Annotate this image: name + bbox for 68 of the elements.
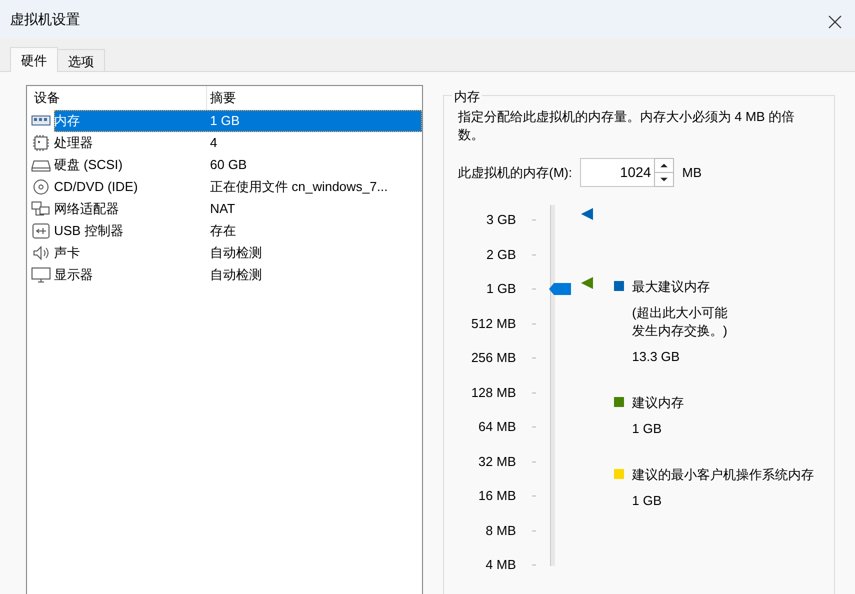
tick-label: 32 MB (478, 454, 516, 468)
legend-label: 建议的最小客户机操作系统内存 (632, 466, 814, 484)
tick-label: 64 MB (478, 419, 516, 434)
tick-mark (532, 564, 536, 566)
legend-note: (超出此大小可能发生内存交换。) (632, 304, 728, 340)
device-row[interactable]: 硬盘 (SCSI) 60 GB (54, 154, 422, 176)
device-summary: NAT (210, 200, 236, 218)
tick-label: 1 GB (486, 281, 516, 296)
disc-icon (31, 179, 51, 195)
device-name: 处理器 (54, 134, 94, 152)
device-name: USB 控制器 (54, 222, 124, 240)
device-name: 声卡 (54, 244, 81, 262)
tick-label: 256 MB (471, 350, 516, 365)
tick-mark (532, 530, 536, 532)
tick-label: 4 MB (486, 557, 516, 572)
device-name: 网络适配器 (54, 200, 120, 218)
device-row[interactable]: 显示器 自动检测 (54, 264, 422, 286)
tick-label: 128 MB (471, 384, 516, 400)
memory-input-field[interactable]: 1024 (580, 158, 654, 187)
device-row[interactable]: USB 控制器 存在 (54, 220, 422, 242)
tick-mark (532, 288, 536, 290)
tick-mark (532, 392, 536, 394)
device-name: CD/DVD (IDE) (54, 178, 139, 196)
field-label: 此虚拟机的内存(M): (458, 164, 572, 182)
device-row[interactable]: 网络适配器 NAT (54, 198, 422, 220)
tick-label: 3 GB (486, 212, 516, 227)
device-row[interactable]: 处理器 4 (54, 132, 422, 154)
monitor-icon (31, 267, 51, 283)
device-row[interactable]: 声卡 自动检测 (54, 242, 422, 264)
device-name: 显示器 (54, 266, 94, 284)
legend-value: 13.3 GB (632, 348, 681, 366)
tick-mark (532, 460, 536, 462)
tab[interactable]: 硬件 (10, 47, 58, 72)
legend-value: 1 GB (632, 420, 663, 438)
tick-label: 512 MB (471, 316, 516, 330)
slider-thumb[interactable] (549, 283, 571, 295)
device-summary: 60 GB (210, 156, 247, 174)
tick-mark (532, 254, 536, 256)
device-summary: 正在使用文件 cn_windows_7... (210, 178, 388, 196)
legend-label: 最大建议内存 (632, 278, 711, 296)
device-summary: 存在 (210, 222, 236, 240)
device-name: 内存 (54, 112, 81, 130)
network-icon (31, 201, 51, 217)
device-summary: 4 (210, 134, 218, 152)
chip-icon (31, 135, 51, 151)
device-row[interactable]: 内存 1 GB (54, 110, 422, 132)
tick-label: 2 GB (486, 246, 516, 262)
device-summary: 自动检测 (210, 244, 262, 262)
speaker-icon (31, 245, 51, 261)
tick-mark (532, 357, 536, 359)
unit-label: MB (682, 164, 702, 182)
legend-value: 1 GB (632, 492, 663, 510)
device-summary: 1 GB (210, 112, 240, 130)
tick-label: 8 MB (486, 522, 516, 538)
tick-mark (532, 495, 536, 497)
window-title: 虚拟机设置 (10, 10, 80, 28)
legend-label: 建议内存 (632, 394, 684, 412)
device-row[interactable]: CD/DVD (IDE) 正在使用文件 cn_windows_7... (54, 176, 422, 198)
description-text: 指定分配给此虚拟机的内存量。内存大小必须为 4 MB 的倍数。 (458, 108, 796, 144)
column-header[interactable]: 摘要 (207, 88, 236, 108)
tick-mark (532, 322, 536, 324)
tick-label: 16 MB (478, 488, 516, 503)
tab[interactable]: 选项 (57, 49, 105, 71)
device-name: 硬盘 (SCSI) (54, 156, 124, 174)
device-summary: 自动检测 (210, 266, 262, 284)
tick-mark (532, 426, 536, 428)
tick-mark (532, 219, 536, 221)
usb-icon (31, 223, 51, 239)
